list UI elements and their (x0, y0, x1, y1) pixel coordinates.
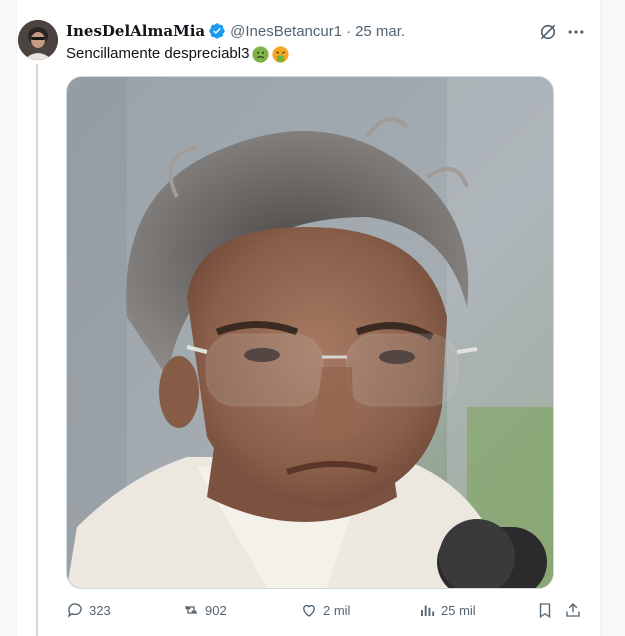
views-button[interactable]: 25 mil (418, 598, 476, 622)
right-frame (600, 0, 625, 636)
grok-icon[interactable] (538, 22, 558, 42)
tweet-image[interactable] (66, 76, 554, 589)
like-button[interactable]: 2 mil (300, 598, 350, 622)
views-count: 25 mil (441, 602, 476, 618)
tweet-date[interactable]: 25 mar. (355, 23, 405, 40)
bookmark-icon (539, 603, 551, 619)
tweet-text: Sencillamente despreciabl3 (66, 44, 290, 64)
repost-count: 902 (205, 602, 227, 618)
heart-icon (303, 604, 315, 617)
thread-line (36, 64, 38, 636)
separator-dot: · (346, 22, 352, 40)
reply-count: 323 (89, 602, 111, 618)
repost-button[interactable]: 902 (182, 598, 227, 622)
tweet-body: Sencillamente despreciabl3 (66, 45, 250, 62)
vomiting-face-emoji (272, 45, 290, 63)
verified-badge-icon (208, 22, 226, 40)
nauseated-face-emoji (252, 45, 270, 63)
more-options-icon[interactable] (566, 22, 586, 42)
bookmark-button[interactable] (536, 598, 559, 622)
avatar[interactable] (18, 20, 58, 60)
repost-icon (185, 606, 197, 614)
views-icon (421, 605, 435, 616)
reply-icon (67, 603, 82, 618)
tweet-actions: 323 902 2 mil 25 mil (66, 598, 586, 622)
display-name[interactable]: InesDelAlmaMia (66, 22, 205, 40)
left-frame (0, 0, 17, 636)
user-handle[interactable]: @InesBetancur1 (230, 23, 342, 40)
share-icon (566, 603, 580, 617)
like-count: 2 mil (323, 602, 351, 618)
reply-button[interactable]: 323 (66, 598, 111, 622)
tweet-header: InesDelAlmaMia @InesBetancur1 · 25 mar. (66, 20, 405, 42)
share-button[interactable] (564, 598, 587, 622)
photo-of-man-with-glasses-icon (67, 77, 553, 588)
